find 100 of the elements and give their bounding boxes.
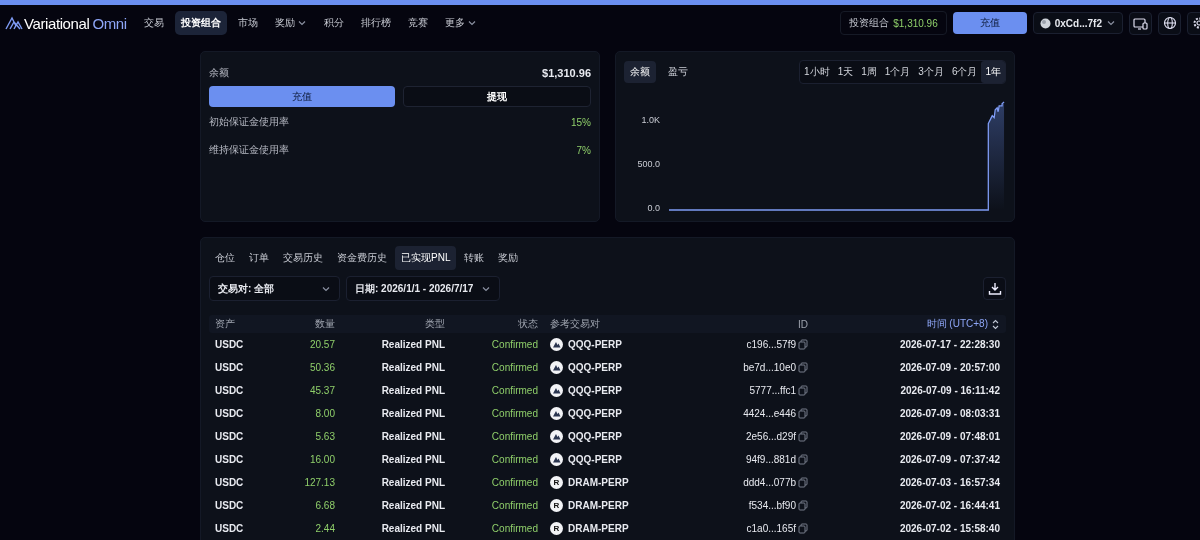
nav-item[interactable]: 投资组合 — [174, 11, 227, 35]
copy-button[interactable] — [798, 362, 808, 373]
wallet-button[interactable]: 0xCd...7f2 — [1032, 12, 1123, 34]
metric-value: 15% — [571, 116, 591, 128]
nav-item[interactable]: 奖励 — [268, 11, 313, 35]
deposit-button[interactable]: 充值 — [209, 86, 395, 107]
table-cell-text: 8.00 — [314, 408, 336, 419]
copy-icon — [798, 523, 808, 534]
deposit-button[interactable]: 充值 — [952, 12, 1027, 34]
column-header[interactable]: 时间 (UTC+8) — [814, 317, 1006, 331]
table-cell-text: Confirmed — [490, 431, 539, 442]
table-cell-text: Confirmed — [490, 339, 539, 350]
table-cell-text: 5.63 — [314, 431, 336, 442]
portfolio-value: $1,310.96 — [893, 17, 938, 29]
table-cell-text: Confirmed — [490, 500, 539, 511]
balance-label: 余额 — [209, 66, 229, 80]
metric-label: 初始保证金使用率 — [209, 115, 289, 129]
table-cell-text: 45.37 — [308, 385, 336, 396]
copy-button[interactable] — [798, 339, 808, 350]
copy-icon — [798, 339, 808, 350]
filter-dropdown[interactable]: 日期: 2026/1/1 - 2026/7/17 — [346, 276, 501, 301]
nav-item[interactable]: 积分 — [317, 11, 350, 35]
pair-name: DRAM-PERP — [568, 477, 629, 488]
table-cell-text: 2026-07-09 - 07:37:42 — [898, 454, 1001, 465]
metric-value: 7% — [576, 144, 591, 156]
pair-name: QQQ-PERP — [568, 408, 622, 419]
nav-item[interactable]: 竞赛 — [401, 11, 434, 35]
download-icon — [987, 281, 1002, 296]
mountain-icon — [550, 453, 563, 466]
table-cell-text: Realized PNL — [380, 523, 446, 534]
table-cell-text: 50.36 — [308, 362, 336, 373]
column-header: 数量 — [314, 317, 336, 331]
history-tab[interactable]: 订单 — [243, 246, 275, 270]
copy-icon — [798, 454, 808, 465]
table-cell-text: Realized PNL — [380, 362, 446, 373]
letter-icon: R — [550, 476, 563, 489]
mountain-icon — [550, 430, 563, 443]
pair-name: QQQ-PERP — [568, 454, 622, 465]
history-tab[interactable]: 仓位 — [209, 246, 241, 270]
table-cell-text: 2026-07-09 - 08:03:31 — [898, 408, 1001, 419]
table-cell-text: Realized PNL — [380, 500, 446, 511]
table-cell-text: Realized PNL — [380, 431, 446, 442]
chart-tab[interactable]: 余额 — [624, 61, 656, 83]
mountain-icon — [550, 384, 563, 397]
table-cell-text: 6.68 — [314, 500, 336, 511]
range-tab[interactable]: 1个月 — [880, 61, 915, 83]
range-tab[interactable]: 1小时 — [800, 61, 834, 83]
history-tab[interactable]: 已实现PNL — [395, 246, 457, 270]
table-cell-text: 16.00 — [308, 454, 336, 465]
transaction-id: f534...bf90 — [748, 500, 796, 511]
table-cell-text: USDC — [214, 339, 245, 350]
withdraw-button[interactable]: 提现 — [403, 86, 591, 107]
nav-item[interactable]: 排行榜 — [354, 11, 397, 35]
copy-button[interactable] — [798, 477, 808, 488]
table-cell-text: USDC — [214, 385, 245, 396]
copy-button[interactable] — [798, 454, 808, 465]
nav-item[interactable]: 交易 — [137, 11, 170, 35]
table-cell-text: USDC — [214, 500, 245, 511]
caret-icon — [1106, 18, 1116, 28]
history-tab[interactable]: 奖励 — [492, 246, 525, 270]
table-cell-text: USDC — [214, 408, 245, 419]
pair-name: DRAM-PERP — [568, 500, 629, 511]
axis-label: 1.0K — [641, 115, 660, 125]
globe-icon — [1162, 16, 1177, 30]
mountain-icon — [550, 407, 563, 420]
nav-item[interactable]: 更多 — [438, 11, 483, 35]
table-cell-text: 2026-07-17 - 22:28:30 — [898, 339, 1001, 350]
filter-dropdown[interactable]: 交易对: 全部 — [209, 276, 340, 301]
nav-item[interactable]: 市场 — [231, 11, 264, 35]
copy-button[interactable] — [798, 500, 808, 511]
table-cell-text: 2026-07-09 - 16:11:42 — [899, 385, 1001, 396]
language-button[interactable] — [1158, 11, 1181, 35]
table-cell-text: Realized PNL — [380, 454, 446, 465]
balance-value: $1,310.96 — [542, 67, 591, 79]
copy-button[interactable] — [798, 523, 808, 534]
download-button[interactable] — [983, 277, 1006, 300]
copy-icon — [798, 408, 808, 419]
copy-icon — [798, 385, 808, 396]
copy-button[interactable] — [798, 385, 808, 396]
history-tab[interactable]: 转账 — [458, 246, 491, 270]
table-cell-text: USDC — [214, 477, 245, 488]
range-tab[interactable]: 6个月 — [947, 61, 982, 83]
range-tab[interactable]: 3个月 — [914, 61, 948, 83]
pair-name: QQQ-PERP — [568, 339, 622, 350]
table-cell-text: 2.44 — [314, 523, 336, 534]
table-cell-text: Realized PNL — [380, 477, 446, 488]
range-tab[interactable]: 1天 — [833, 61, 858, 83]
range-tab[interactable]: 1年 — [981, 61, 1005, 83]
history-tab[interactable]: 资金费历史 — [331, 246, 393, 270]
copy-icon — [798, 500, 808, 511]
range-tab[interactable]: 1周 — [857, 61, 881, 83]
device-button[interactable] — [1129, 11, 1152, 35]
pair-name: QQQ-PERP — [568, 431, 622, 442]
copy-button[interactable] — [798, 408, 808, 419]
table-cell-text: Confirmed — [490, 362, 539, 373]
history-tab[interactable]: 交易历史 — [277, 246, 329, 270]
table-cell-text: Confirmed — [490, 385, 539, 396]
chart-tab[interactable]: 盈亏 — [662, 61, 694, 83]
copy-button[interactable] — [798, 431, 808, 442]
table-cell-text: Confirmed — [490, 477, 539, 488]
